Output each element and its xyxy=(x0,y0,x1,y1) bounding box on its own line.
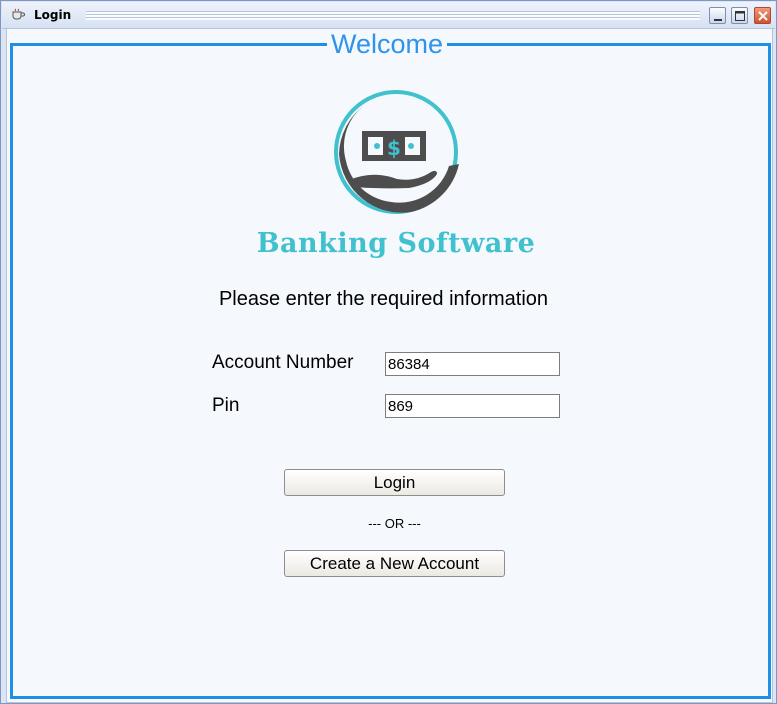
maximize-icon xyxy=(735,11,745,21)
account-number-field[interactable] xyxy=(385,352,560,376)
minimize-icon xyxy=(714,19,722,21)
account-number-label: Account Number xyxy=(212,352,354,373)
bank-logo-icon: $ xyxy=(334,90,459,214)
window-title: Login xyxy=(34,8,72,22)
title-bar-grip xyxy=(86,11,700,20)
login-window: Login Welcome $ Banking Software Please … xyxy=(0,0,777,704)
dollar-sign: $ xyxy=(387,136,401,160)
pin-field[interactable] xyxy=(385,394,560,418)
welcome-legend: Welcome xyxy=(327,29,448,59)
form-instructions: Please enter the required information xyxy=(218,288,549,310)
login-button[interactable]: Login xyxy=(284,469,505,496)
create-account-button[interactable]: Create a New Account xyxy=(284,550,505,577)
minimize-button[interactable] xyxy=(709,7,726,24)
or-separator: --- OR --- xyxy=(368,516,421,531)
maximize-button[interactable] xyxy=(731,7,748,24)
coffee-cup-icon xyxy=(12,8,25,20)
pin-label: Pin xyxy=(212,395,240,416)
close-icon xyxy=(758,11,768,21)
brand-name: Banking Software xyxy=(256,228,536,259)
title-bar[interactable]: Login xyxy=(2,2,775,29)
close-button[interactable] xyxy=(754,7,771,24)
